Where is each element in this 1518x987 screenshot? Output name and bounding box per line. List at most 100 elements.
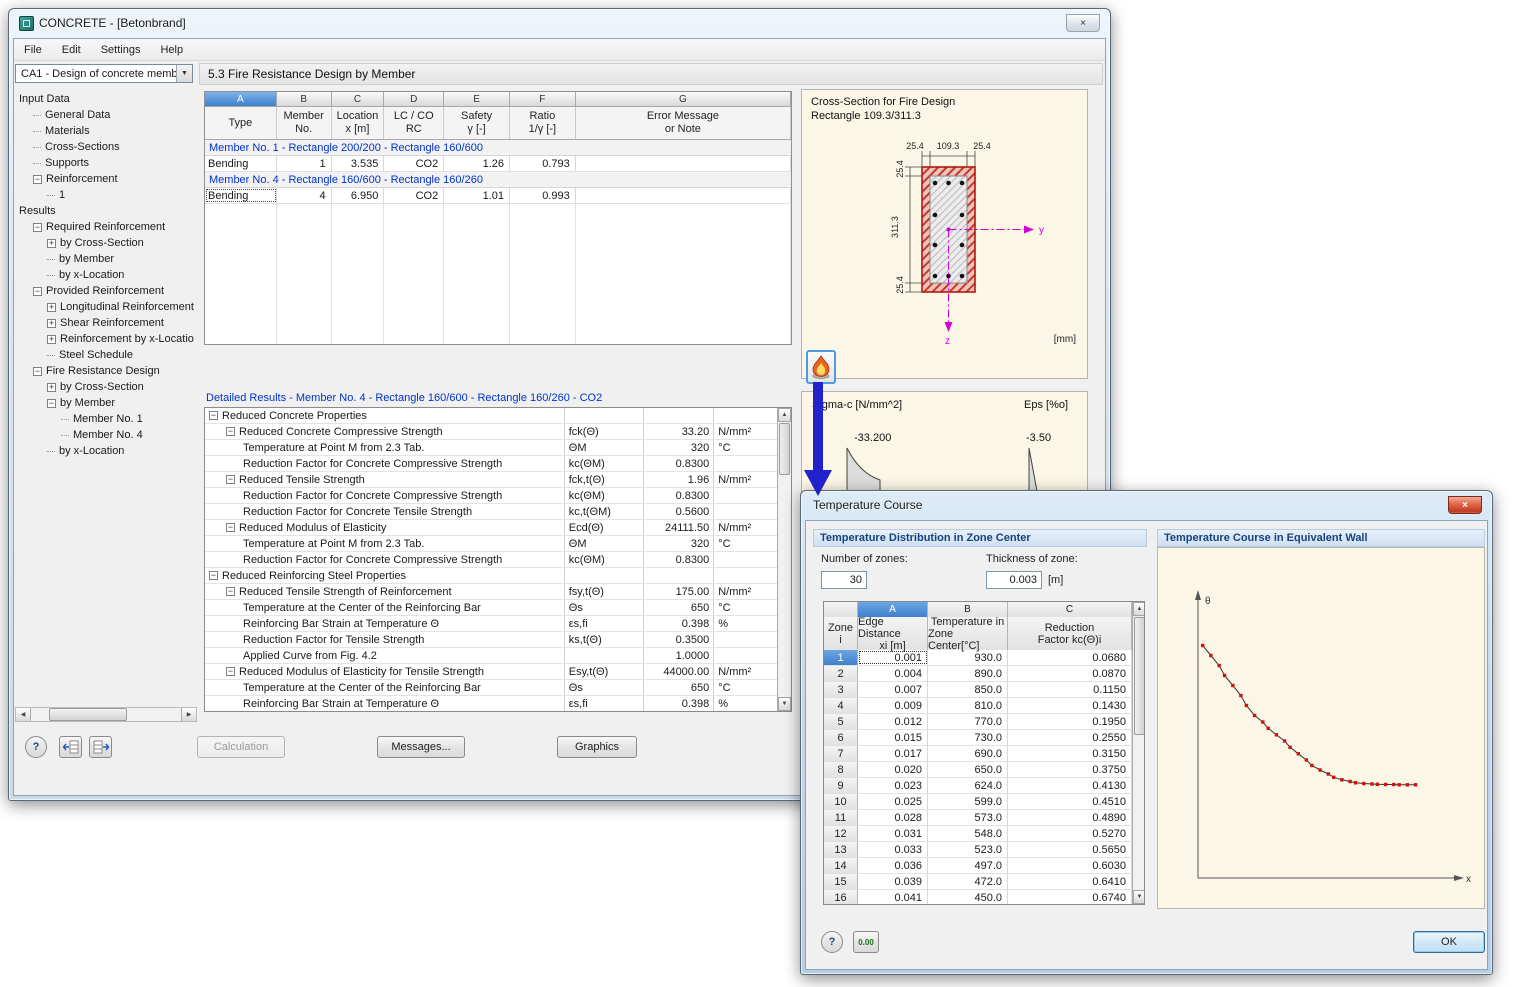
column-header-B[interactable]: B <box>277 92 332 107</box>
zone-row[interactable]: 70.017690.00.3150 <box>824 746 1132 762</box>
column-header-C[interactable]: C <box>332 92 385 107</box>
menu-settings[interactable]: Settings <box>91 41 151 59</box>
zone-row[interactable]: 140.036497.00.6030 <box>824 858 1132 874</box>
tree-item-reinforcement[interactable]: −Reinforcement <box>15 171 197 187</box>
scroll-down-icon[interactable]: ▼ <box>778 697 791 711</box>
zones-input[interactable]: 30 <box>821 571 867 589</box>
tree-scroll-thumb[interactable] <box>49 708 127 721</box>
collapse-icon[interactable]: − <box>33 287 42 296</box>
column-title[interactable]: ReductionFactor kc(Θ)i <box>1008 617 1132 650</box>
dialog-close-button[interactable]: × <box>1448 496 1482 514</box>
detail-row[interactable]: −Reduced Modulus of Elasticity for Tensi… <box>205 664 777 680</box>
column-title[interactable]: Ratio1/γ [-] <box>510 107 576 139</box>
expand-icon[interactable]: + <box>47 303 56 312</box>
tree-item-by-member[interactable]: −by Member <box>15 395 197 411</box>
detail-row[interactable]: Reinforcing Bar Strain at Temperature Θε… <box>205 616 777 632</box>
detail-row[interactable]: −Reduced Tensile Strength of Reinforceme… <box>205 584 777 600</box>
zone-row[interactable]: 50.012770.00.1950 <box>824 714 1132 730</box>
scroll-up-icon[interactable]: ▲ <box>1133 602 1145 616</box>
ok-button[interactable]: OK <box>1413 931 1485 953</box>
graphics-button[interactable]: Graphics <box>557 736 637 758</box>
zone-table-scrollbar[interactable]: ▲ ▼ <box>1132 602 1145 904</box>
zone-row[interactable]: 110.028573.00.4890 <box>824 810 1132 826</box>
column-title[interactable]: LC / CORC <box>384 107 444 139</box>
tree-item-1[interactable]: 1 <box>15 187 197 203</box>
scroll-right-icon[interactable]: ▶ <box>181 708 196 721</box>
detail-row[interactable]: Reduction Factor for Tensile Strengthks,… <box>205 632 777 648</box>
collapse-icon[interactable]: − <box>209 571 218 580</box>
scroll-up-icon[interactable]: ▲ <box>778 408 791 422</box>
tree-item-reinforcement-by-x-locatio[interactable]: +Reinforcement by x-Locatio <box>15 331 197 347</box>
calculation-button[interactable]: Calculation <box>197 736 285 758</box>
collapse-icon[interactable]: − <box>33 223 42 232</box>
tree-item-steel-schedule[interactable]: Steel Schedule <box>15 347 197 363</box>
design-case-combo[interactable]: CA1 - Design of concrete memb ▼ <box>15 64 193 83</box>
column-title[interactable]: Edge Distancexi [m] <box>858 617 928 650</box>
collapse-icon[interactable]: − <box>209 411 218 420</box>
expand-icon[interactable]: + <box>47 239 56 248</box>
menu-help[interactable]: Help <box>150 41 193 59</box>
details-scroll-thumb[interactable] <box>779 423 790 475</box>
tree-item-by-x-location[interactable]: by x-Location <box>15 443 197 459</box>
collapse-icon[interactable]: − <box>226 587 235 596</box>
zone-row[interactable]: 150.039472.00.6410 <box>824 874 1132 890</box>
tree-item-input-data[interactable]: Input Data <box>15 91 197 107</box>
zone-scroll-thumb[interactable] <box>1134 617 1145 735</box>
decimal-places-button[interactable]: 0.00 <box>853 931 879 953</box>
dialog-help-button[interactable]: ? <box>821 931 843 953</box>
fire-design-button[interactable] <box>806 350 836 384</box>
zone-row[interactable]: 160.041450.00.6740 <box>824 890 1132 905</box>
collapse-icon[interactable]: − <box>47 399 56 408</box>
column-title[interactable]: Zonei <box>824 617 858 650</box>
zone-row[interactable]: 130.033523.00.5650 <box>824 842 1132 858</box>
collapse-icon[interactable]: − <box>226 667 235 676</box>
column-title[interactable]: Safetyγ [-] <box>444 107 510 139</box>
tree-item-longitudinal-reinforcement[interactable]: +Longitudinal Reinforcement <box>15 299 197 315</box>
zone-row[interactable]: 100.025599.00.4510 <box>824 794 1132 810</box>
tree-item-fire-resistance-design[interactable]: −Fire Resistance Design <box>15 363 197 379</box>
next-table-button[interactable] <box>89 736 112 758</box>
tree-item-member-no-1[interactable]: Member No. 1 <box>15 411 197 427</box>
detail-row[interactable]: Temperature at the Center of the Reinfor… <box>205 680 777 696</box>
tree-item-supports[interactable]: Supports <box>15 155 197 171</box>
scroll-left-icon[interactable]: ◀ <box>16 708 31 721</box>
collapse-icon[interactable]: − <box>33 175 42 184</box>
menu-edit[interactable]: Edit <box>52 41 91 59</box>
column-title[interactable]: MemberNo. <box>277 107 332 139</box>
tree-item-by-member[interactable]: by Member <box>15 251 197 267</box>
help-button[interactable]: ? <box>25 736 47 758</box>
member-section-row[interactable]: Member No. 1 - Rectangle 200/200 - Recta… <box>205 140 791 156</box>
detail-row[interactable]: −Reduced Modulus of ElasticityEcd(Θ)2411… <box>205 520 777 536</box>
detail-row[interactable]: −Reduced Tensile Strengthfck,t(Θ)1.96N/m… <box>205 472 777 488</box>
detail-row[interactable]: −Reduced Concrete Properties <box>205 408 777 424</box>
table-row[interactable]: Bending46.950CO21.010.993 <box>205 188 791 204</box>
detail-row[interactable]: Applied Curve from Fig. 4.21.0000 <box>205 648 777 664</box>
tree-item-by-cross-section[interactable]: +by Cross-Section <box>15 379 197 395</box>
detail-row[interactable]: −Reduced Concrete Compressive Strengthfc… <box>205 424 777 440</box>
tree-item-cross-sections[interactable]: Cross-Sections <box>15 139 197 155</box>
collapse-icon[interactable]: − <box>226 427 235 436</box>
tree-item-general-data[interactable]: General Data <box>15 107 197 123</box>
detail-row[interactable]: Temperature at Point M from 2.3 Tab.ΘM32… <box>205 440 777 456</box>
zone-row[interactable]: 90.023624.00.4130 <box>824 778 1132 794</box>
collapse-icon[interactable]: − <box>226 475 235 484</box>
zone-row[interactable]: 80.020650.00.3750 <box>824 762 1132 778</box>
column-title[interactable]: Error Messageor Note <box>576 107 791 139</box>
scroll-down-icon[interactable]: ▼ <box>1133 890 1145 904</box>
table-row[interactable]: Bending13.535CO21.260.793 <box>205 156 791 172</box>
tree-item-required-reinforcement[interactable]: −Required Reinforcement <box>15 219 197 235</box>
zone-row[interactable]: 20.004890.00.0870 <box>824 666 1132 682</box>
tree-item-by-cross-section[interactable]: +by Cross-Section <box>15 235 197 251</box>
details-scrollbar[interactable]: ▲ ▼ <box>777 408 791 711</box>
detail-row[interactable]: −Reduced Reinforcing Steel Properties <box>205 568 777 584</box>
column-header-G[interactable]: G <box>576 92 791 107</box>
column-header-E[interactable]: E <box>444 92 510 107</box>
detail-row[interactable]: Reduction Factor for Concrete Compressiv… <box>205 552 777 568</box>
zone-row[interactable]: 10.001930.00.0680 <box>824 650 1132 666</box>
detail-row[interactable]: Temperature at the Center of the Reinfor… <box>205 600 777 616</box>
member-section-row[interactable]: Member No. 4 - Rectangle 160/600 - Recta… <box>205 172 791 188</box>
collapse-icon[interactable]: − <box>33 367 42 376</box>
tree-scrollbar-horizontal[interactable]: ◀ ▶ <box>15 707 197 722</box>
messages-button[interactable]: Messages... <box>377 736 465 758</box>
column-title[interactable]: Locationx [m] <box>332 107 385 139</box>
